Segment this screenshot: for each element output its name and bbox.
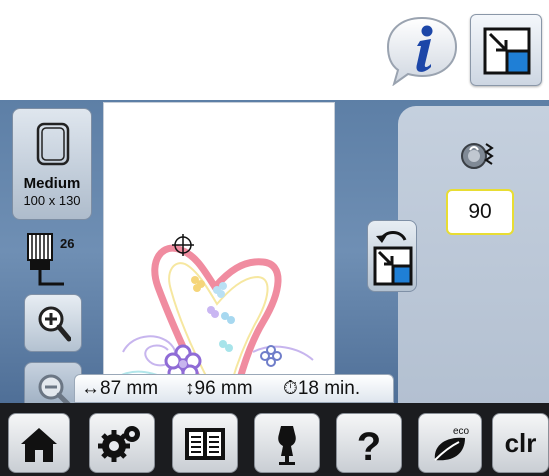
hoop-size: 100 x 130 xyxy=(23,193,81,208)
home-icon xyxy=(21,428,57,462)
zoom-in-icon xyxy=(38,306,71,342)
edit-panel: Medium 100 x 130 26 90 ↔87 mm ↕96 mm ⏱18… xyxy=(0,100,549,448)
stitch-time: ⏱18 min. xyxy=(283,378,361,399)
clear-button[interactable]: clr xyxy=(492,413,549,473)
help-button[interactable]: ? xyxy=(336,413,402,473)
top-toolbar xyxy=(0,0,549,100)
bottom-nav-bar: ? eco clr xyxy=(0,403,549,476)
svg-text:?: ? xyxy=(357,425,381,466)
svg-text:eco: eco xyxy=(453,426,470,437)
zoom-out-icon xyxy=(38,374,71,407)
tension-panel: 90 xyxy=(398,106,549,404)
undo-arrow-icon xyxy=(373,231,413,286)
info-icon xyxy=(386,16,458,87)
tutorial-icon xyxy=(185,428,225,460)
eco-icon: eco xyxy=(434,426,470,461)
design-width: ↔87 mm xyxy=(81,378,159,399)
move-to-corner-button[interactable] xyxy=(470,14,542,86)
zoom-in-button[interactable] xyxy=(24,294,82,352)
hoop-select-button[interactable]: Medium 100 x 130 xyxy=(12,108,92,220)
sewing-consultant-icon xyxy=(278,426,296,465)
design-info-bar: ↔87 mm ↕96 mm ⏱18 min. xyxy=(74,374,394,403)
move-to-corner-icon xyxy=(483,27,531,75)
eco-button[interactable]: eco xyxy=(418,413,482,473)
presser-foot-number: 26 xyxy=(60,236,75,251)
settings-icon xyxy=(98,426,140,462)
move-design-back-button[interactable] xyxy=(367,220,417,292)
design-height: ↕96 mm xyxy=(185,378,253,399)
needle-position-crosshair xyxy=(172,234,194,256)
clear-label: clr xyxy=(504,428,537,458)
tension-value[interactable]: 90 xyxy=(446,189,514,235)
hoop-label: Medium xyxy=(23,175,81,192)
thread-tension-icon xyxy=(461,143,494,169)
tutorial-button[interactable] xyxy=(172,413,238,473)
presser-foot-icon[interactable] xyxy=(24,230,84,290)
home-button[interactable] xyxy=(8,413,70,473)
sewing-consultant-button[interactable] xyxy=(254,413,320,473)
hoop-icon xyxy=(36,122,70,166)
info-button[interactable] xyxy=(384,14,460,87)
setup-button[interactable] xyxy=(89,413,155,473)
help-icon: ? xyxy=(357,425,381,466)
